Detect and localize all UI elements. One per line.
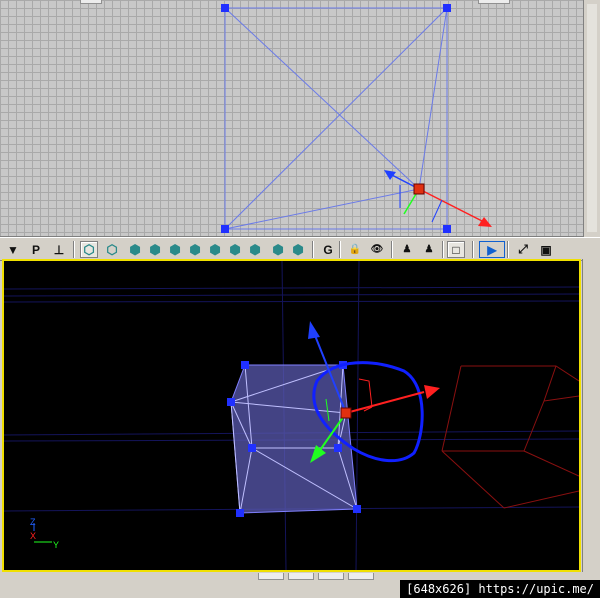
player-start-icon[interactable]: ♟ (420, 241, 438, 258)
toolbar-separator (442, 241, 444, 258)
cube-teal-icon[interactable]: ⬢ (126, 241, 144, 258)
lock-icon[interactable]: 🔒 (346, 241, 364, 258)
transform-gizmo-top (384, 170, 492, 227)
toolbar-separator (391, 241, 393, 258)
vertex-handle (443, 225, 451, 233)
window-icon[interactable]: ▣ (537, 241, 555, 258)
collapse-arrow-icon[interactable]: ▼ (4, 241, 22, 258)
red-brush-wireframe (441, 365, 579, 509)
cube-outline-icon[interactable]: ⬡ (103, 241, 121, 258)
wireframe-cube-icon[interactable]: ⬡ (80, 241, 98, 258)
g-button[interactable]: G (319, 241, 337, 258)
cube-violet-icon[interactable]: ⬢ (269, 241, 287, 258)
maximize-arrow-icon[interactable]: ⤢ (514, 241, 532, 258)
axis-label-z: Z (30, 517, 36, 527)
axis-indicator: Z X Y (30, 517, 59, 550)
perspective-viewport[interactable]: Z X Y (2, 259, 581, 572)
viewport-toolbar: ▼ P ⊥ ⬡ ⬡ ⬢ ⬢ ⬢ ⬢ ⬢ ⬢ ⬢ ⬢ ⬢ G 🔒 👁 ♟ ♟ □ ▶ ⤢ ▣ (0, 237, 600, 261)
top-view-geometry[interactable] (0, 0, 584, 236)
top-orthographic-viewport[interactable] (0, 0, 584, 237)
actor-icon[interactable]: ♟ (398, 241, 416, 258)
vertex-handle (221, 225, 229, 233)
watermark: [648x626] https://upic.me/ (400, 580, 600, 598)
cube-gray-icon[interactable]: ⬢ (166, 241, 184, 258)
cube-cyan-icon[interactable]: ⬢ (186, 241, 204, 258)
eye-icon[interactable]: 👁 (368, 241, 386, 258)
toolbar-separator (312, 241, 314, 258)
top-viewport-scrollbar[interactable] (583, 0, 600, 236)
perspective-geometry[interactable]: Z X Y (4, 261, 579, 570)
p-button[interactable]: P (27, 241, 45, 258)
top-brush-wireframe (224, 7, 448, 230)
gear-cube-icon[interactable]: ⬢ (226, 241, 244, 258)
cube-dark-teal-icon[interactable]: ⬢ (146, 241, 164, 258)
toolbar-separator (73, 241, 75, 258)
toolbar-separator (507, 241, 509, 258)
axis-label-x: X (30, 531, 36, 541)
play-icon[interactable]: ▶ (479, 241, 505, 258)
toolbar-separator (339, 241, 341, 258)
toolbar-separator (472, 241, 474, 258)
vertex-handle (443, 4, 451, 12)
square-icon[interactable]: □ (447, 241, 465, 258)
axis-label-y: Y (53, 540, 59, 550)
selected-vertex-handle (413, 183, 425, 195)
vertex-handle (221, 4, 229, 12)
actor-tool-icon[interactable]: ⊥ (50, 241, 68, 258)
cube-green-icon[interactable]: ⬢ (206, 241, 224, 258)
perspective-viewport-scrollbar[interactable] (582, 259, 600, 572)
cube-dark-icon[interactable]: ⬢ (246, 241, 264, 258)
cube-blue-icon[interactable]: ⬢ (289, 241, 307, 258)
